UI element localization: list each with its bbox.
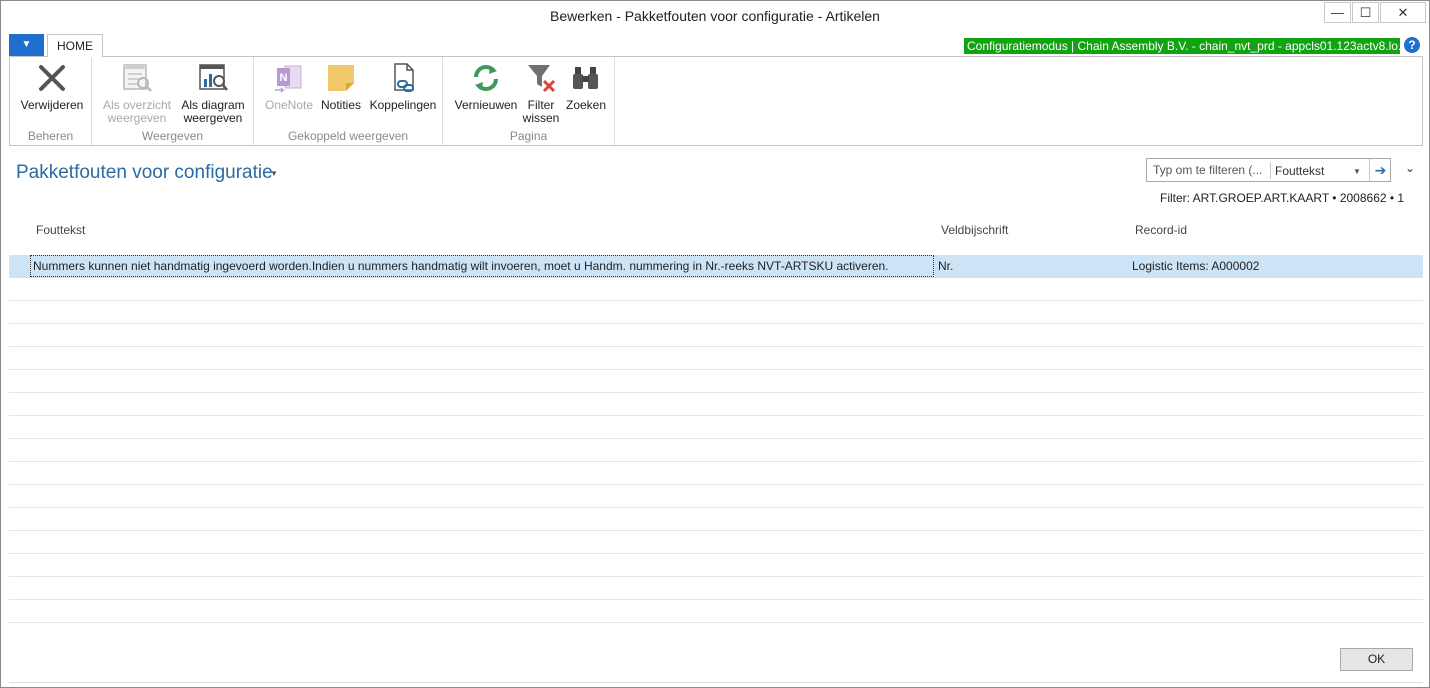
onenote-icon: N <box>275 65 302 93</box>
vernieuwen-button[interactable]: Vernieuwen <box>453 61 519 112</box>
column-header-fouttekst[interactable]: Fouttekst <box>36 223 85 237</box>
vernieuwen-label: Vernieuwen <box>454 98 518 112</box>
empty-row <box>9 531 1423 554</box>
koppelingen-button[interactable]: Koppelingen <box>367 61 439 112</box>
window-title: Bewerken - Pakketfouten voor configurati… <box>550 8 880 24</box>
tab-home[interactable]: HOME <box>47 34 103 58</box>
app-menu-button[interactable]: ▼ <box>9 34 44 56</box>
empty-row <box>9 393 1423 416</box>
empty-row <box>9 416 1423 439</box>
cell-fouttekst[interactable]: Nummers kunnen niet handmatig ingevoerd … <box>30 255 934 277</box>
empty-row <box>9 370 1423 393</box>
footer-divider <box>9 682 1423 683</box>
ribbon-tab-row: ▼ HOME Configuratiemodus | Chain Assembl… <box>1 33 1429 58</box>
onenote-label: OneNote <box>264 98 314 112</box>
onenote-button[interactable]: N OneNote <box>263 61 315 112</box>
ok-button[interactable]: OK <box>1340 648 1413 671</box>
clear-filter-icon <box>528 65 556 93</box>
group-label-weergeven: Weergeven <box>141 129 204 143</box>
cell-veldbijschrift[interactable]: Nr. <box>938 259 953 273</box>
link-icon <box>394 63 414 92</box>
title-bar: Bewerken - Pakketfouten voor configurati… <box>1 1 1429 32</box>
filter-wissen-button[interactable]: Filter wissen <box>521 61 561 125</box>
minimize-button[interactable]: — <box>1324 2 1351 23</box>
column-header-veldbijschrift[interactable]: Veldbijschrift <box>941 223 1008 237</box>
filter-wissen-label-1: Filter <box>527 98 555 112</box>
maximize-button[interactable]: ☐ <box>1352 2 1379 23</box>
filter-input[interactable] <box>1153 163 1265 177</box>
koppelingen-label: Koppelingen <box>369 98 437 112</box>
notities-label: Notities <box>320 98 361 112</box>
als-overzicht-label-2: weergeven <box>107 111 167 125</box>
group-gekoppeld: N OneNote Notities Koppelingen Gekoppeld… <box>254 57 443 145</box>
apply-filter-icon[interactable]: ➔ <box>1369 159 1391 181</box>
help-icon[interactable]: ? <box>1404 37 1420 53</box>
active-filter-text: Filter: ART.GROEP.ART.KAART • 2008662 • … <box>1160 191 1405 205</box>
configuration-mode-bar: Configuratiemodus | Chain Assembly B.V. … <box>964 38 1400 54</box>
collapse-chevron-icon[interactable]: ⌄ <box>1405 161 1415 175</box>
notities-button[interactable]: Notities <box>318 61 364 112</box>
group-label-gekoppeld: Gekoppeld weergeven <box>287 129 409 143</box>
als-diagram-button[interactable]: Als diagram weergeven <box>176 61 250 125</box>
zoeken-label: Zoeken <box>565 98 607 112</box>
filter-dropdown-icon[interactable]: ▼ <box>1353 167 1361 176</box>
als-overzicht-label-1: Als overzicht <box>102 98 172 112</box>
chevron-down-icon[interactable]: ▼ <box>270 169 278 178</box>
group-pagina: Vernieuwen Filter wissen Zoeken Pagina <box>443 57 615 145</box>
group-beheren: Verwijderen Beheren <box>10 57 92 145</box>
cell-record-id[interactable]: Logistic Items: A000002 <box>1132 259 1259 273</box>
page-title[interactable]: Pakketfouten voor configuratie <box>16 162 273 184</box>
group-label-pagina: Pagina <box>509 129 548 143</box>
als-diagram-label-1: Als diagram <box>181 98 245 112</box>
filter-box: Fouttekst ▼ ➔ <box>1146 158 1391 182</box>
empty-row <box>9 324 1423 347</box>
note-icon <box>328 65 354 91</box>
group-weergeven: Als overzicht weergeven Als diagram weer… <box>92 57 254 145</box>
list-view-icon <box>123 64 152 92</box>
empty-row <box>9 278 1423 301</box>
refresh-icon <box>474 65 498 91</box>
close-button[interactable]: ✕ <box>1380 2 1426 23</box>
dialog-window: Bewerken - Pakketfouten voor configurati… <box>0 0 1430 688</box>
empty-row <box>9 462 1423 485</box>
verwijderen-label: Verwijderen <box>20 98 84 112</box>
filter-field-select[interactable]: Fouttekst <box>1275 164 1324 178</box>
empty-row <box>9 554 1423 577</box>
empty-row <box>9 485 1423 508</box>
verwijderen-button[interactable]: Verwijderen <box>19 61 85 112</box>
als-diagram-label-2: weergeven <box>183 111 243 125</box>
als-overzicht-button[interactable]: Als overzicht weergeven <box>100 61 174 125</box>
filter-wissen-label-2: wissen <box>522 111 560 125</box>
chart-view-icon <box>199 64 228 91</box>
group-label-beheren: Beheren <box>27 129 74 143</box>
empty-row <box>9 347 1423 370</box>
table-row[interactable]: Nummers kunnen niet handmatig ingevoerd … <box>9 255 1423 278</box>
empty-row <box>9 508 1423 531</box>
column-header-record-id[interactable]: Record-id <box>1135 223 1187 237</box>
svg-text:N: N <box>280 72 288 84</box>
ribbon: Verwijderen Beheren Als overzicht weerge… <box>9 56 1423 146</box>
delete-x-icon <box>39 65 65 91</box>
binoculars-icon <box>573 67 598 89</box>
empty-row <box>9 577 1423 600</box>
filter-separator <box>1270 162 1271 179</box>
empty-row <box>9 600 1423 623</box>
empty-row <box>9 439 1423 462</box>
zoeken-button[interactable]: Zoeken <box>563 61 609 112</box>
empty-row <box>9 301 1423 324</box>
